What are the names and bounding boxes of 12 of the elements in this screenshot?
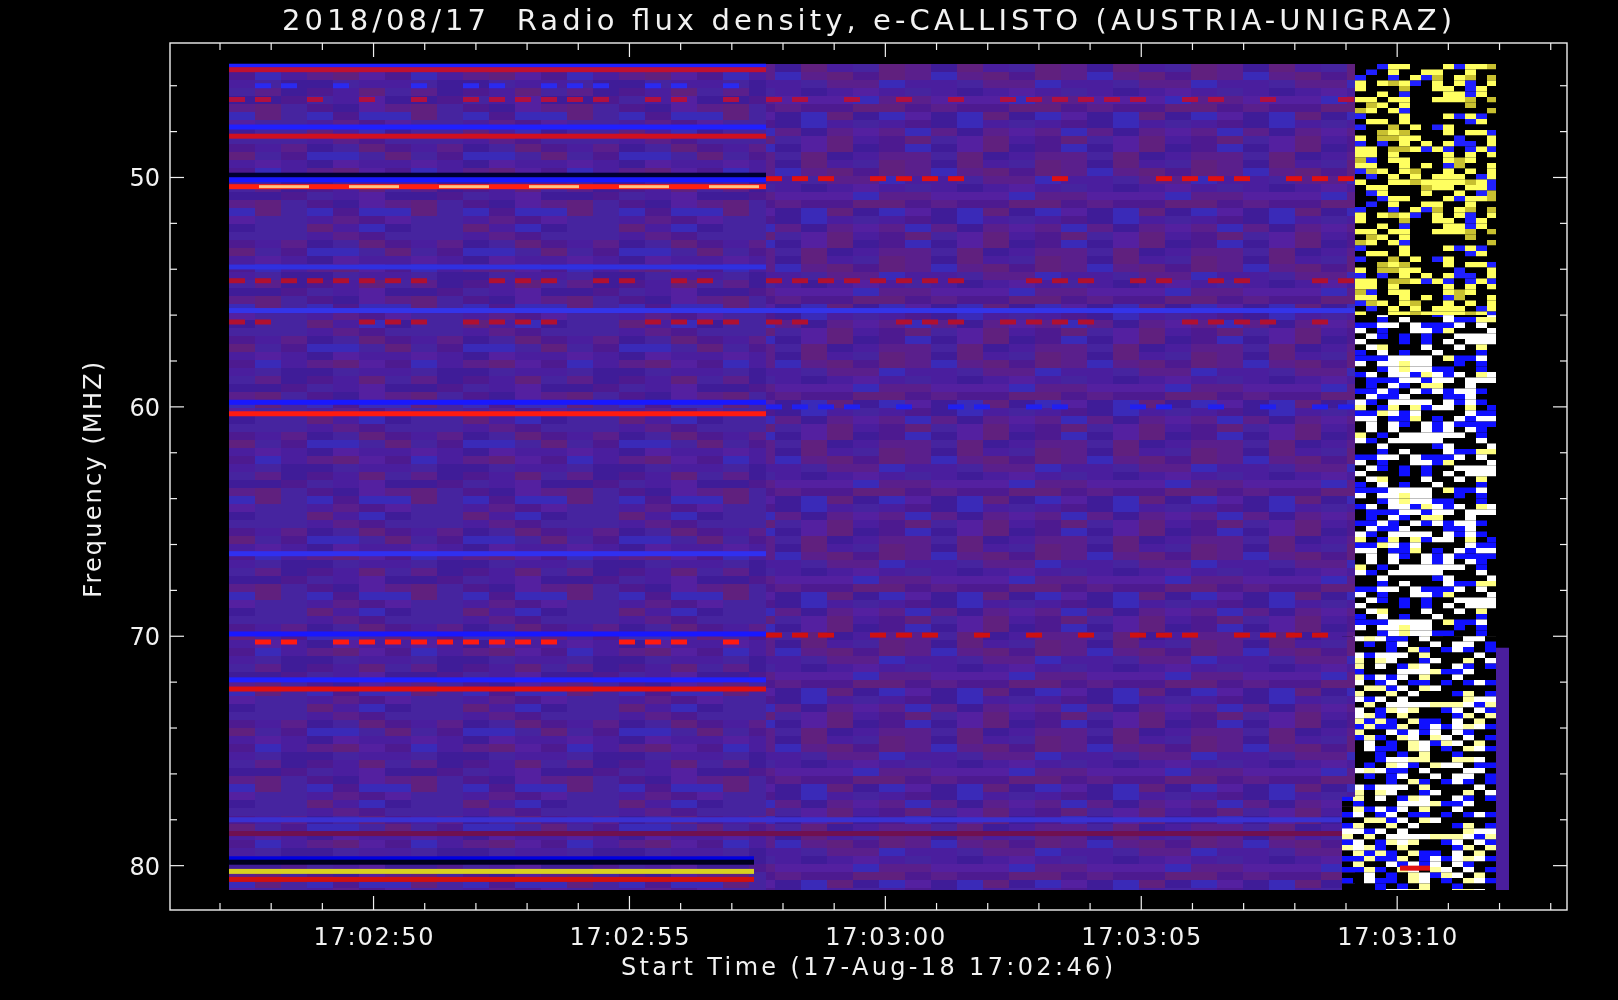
x-axis-label: Start Time (17-Aug-18 17:02:46)	[621, 953, 1113, 981]
y-axis-label: Frequency (MHZ)	[79, 361, 107, 598]
tick-label: 70	[129, 623, 160, 652]
tick-label: 50	[129, 164, 160, 193]
tick-label: 17:03:05	[1081, 923, 1202, 951]
tick-label: 17:03:00	[825, 923, 946, 951]
tick-label: 60	[129, 393, 160, 422]
tick-label: 17:03:10	[1337, 923, 1458, 951]
tick-label: 80	[129, 852, 160, 881]
tick-label: 17:02:55	[569, 923, 690, 951]
chart-title: 2018/08/17 Radio flux density, e-CALLISTO (AUSTRIA-UNIGRAZ)	[282, 3, 1452, 37]
tick-label: 17:02:50	[313, 923, 434, 951]
